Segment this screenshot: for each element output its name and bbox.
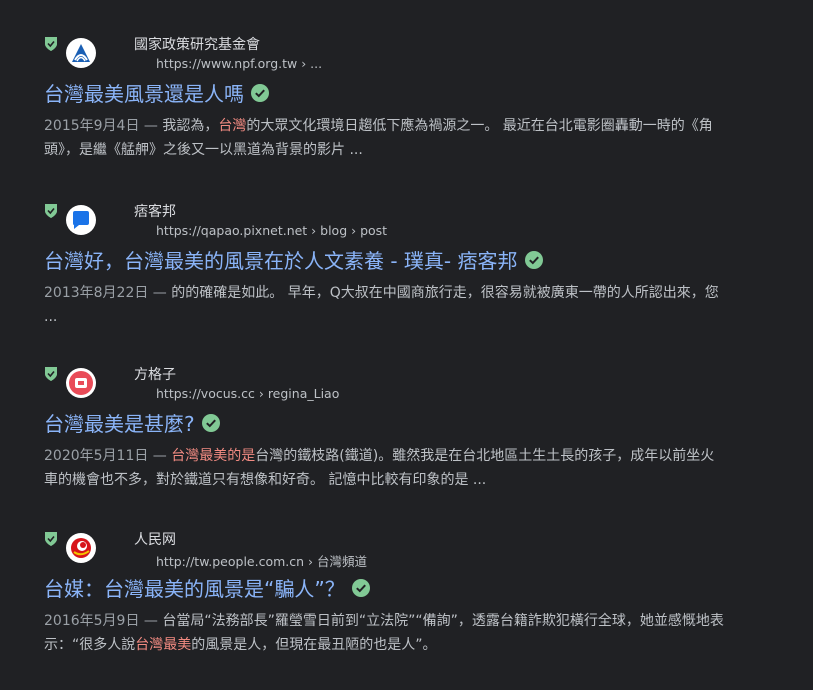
people-logo-icon[interactable] xyxy=(66,533,96,563)
result-snippet: 2016年5月9日 — 台當局“法務部長”羅瑩雪日前到“立法院”“備詢”，透露台… xyxy=(44,609,724,657)
snippet-text: 的風景是人，但現在最丑陋的也是人”。 xyxy=(191,637,437,653)
verified-check-icon xyxy=(351,578,370,597)
result-title[interactable]: 台灣最美是甚麼? xyxy=(44,408,195,437)
result-title[interactable]: 台灣最美風景還是人嗎 xyxy=(44,78,244,107)
result-title-link[interactable]: 台灣最美是甚麼? xyxy=(44,408,220,437)
result-title-link[interactable]: 台灣最美風景還是人嗎 xyxy=(44,78,269,107)
site-url[interactable]: http://tw.people.com.cn › 台灣頻道 xyxy=(156,551,367,570)
result-snippet: 2015年9月4日 — 我認為，台灣的大眾文化環境日趨低下應為禍源之一。 最近在… xyxy=(44,114,724,162)
result-title-link[interactable]: 台媒：台灣最美的風景是“騙人”？ xyxy=(44,573,370,602)
site-url[interactable]: https://vocus.cc › regina_Liao xyxy=(156,386,339,401)
site-name[interactable]: 人民网 xyxy=(134,529,176,549)
result-date: 2016年5月9日 — xyxy=(44,613,163,629)
result-title[interactable]: 台媒：台灣最美的風景是“騙人”？ xyxy=(44,573,345,602)
site-name[interactable]: 方格子 xyxy=(134,364,176,384)
snippet-highlight: 台灣 xyxy=(218,118,247,134)
pixnet-logo-icon[interactable] xyxy=(66,205,96,235)
result-title-link[interactable]: 台灣好，台灣最美的風景在於人文素養 - 璞真- 痞客邦 xyxy=(44,245,543,274)
shield-check-icon xyxy=(45,37,57,51)
result-snippet: 2020年5月11日 — 台灣最美的是台灣的鐵枝路(鐵道)。雖然我是在台北地區土… xyxy=(44,444,724,492)
result-date: 2020年5月11日 — xyxy=(44,448,172,464)
verified-check-icon xyxy=(201,413,220,432)
shield-check-icon xyxy=(45,532,57,546)
result-title[interactable]: 台灣好，台灣最美的風景在於人文素養 - 璞真- 痞客邦 xyxy=(44,245,518,274)
site-url[interactable]: https://www.npf.org.tw › ... xyxy=(156,56,322,71)
result-snippet: 2013年8月22日 — 的的確確是如此。 早年，Q大叔在中國商旅行走，很容易就… xyxy=(44,281,724,329)
result-date: 2013年8月22日 — xyxy=(44,285,172,301)
snippet-text: 我認為， xyxy=(162,118,219,134)
shield-check-icon xyxy=(45,204,57,218)
npf-logo-icon[interactable] xyxy=(66,38,96,68)
site-url[interactable]: https://qapao.pixnet.net › blog › post xyxy=(156,223,387,238)
snippet-highlight: 台灣最美的是 xyxy=(171,448,256,464)
snippet-highlight: 台灣最美 xyxy=(135,637,192,653)
site-name[interactable]: 痞客邦 xyxy=(134,201,176,221)
shield-check-icon xyxy=(45,367,57,381)
vocus-logo-icon[interactable] xyxy=(66,368,96,398)
verified-check-icon xyxy=(524,250,543,269)
result-date: 2015年9月4日 — xyxy=(44,118,163,134)
verified-check-icon xyxy=(251,83,269,102)
site-name[interactable]: 國家政策研究基金會 xyxy=(134,34,260,54)
